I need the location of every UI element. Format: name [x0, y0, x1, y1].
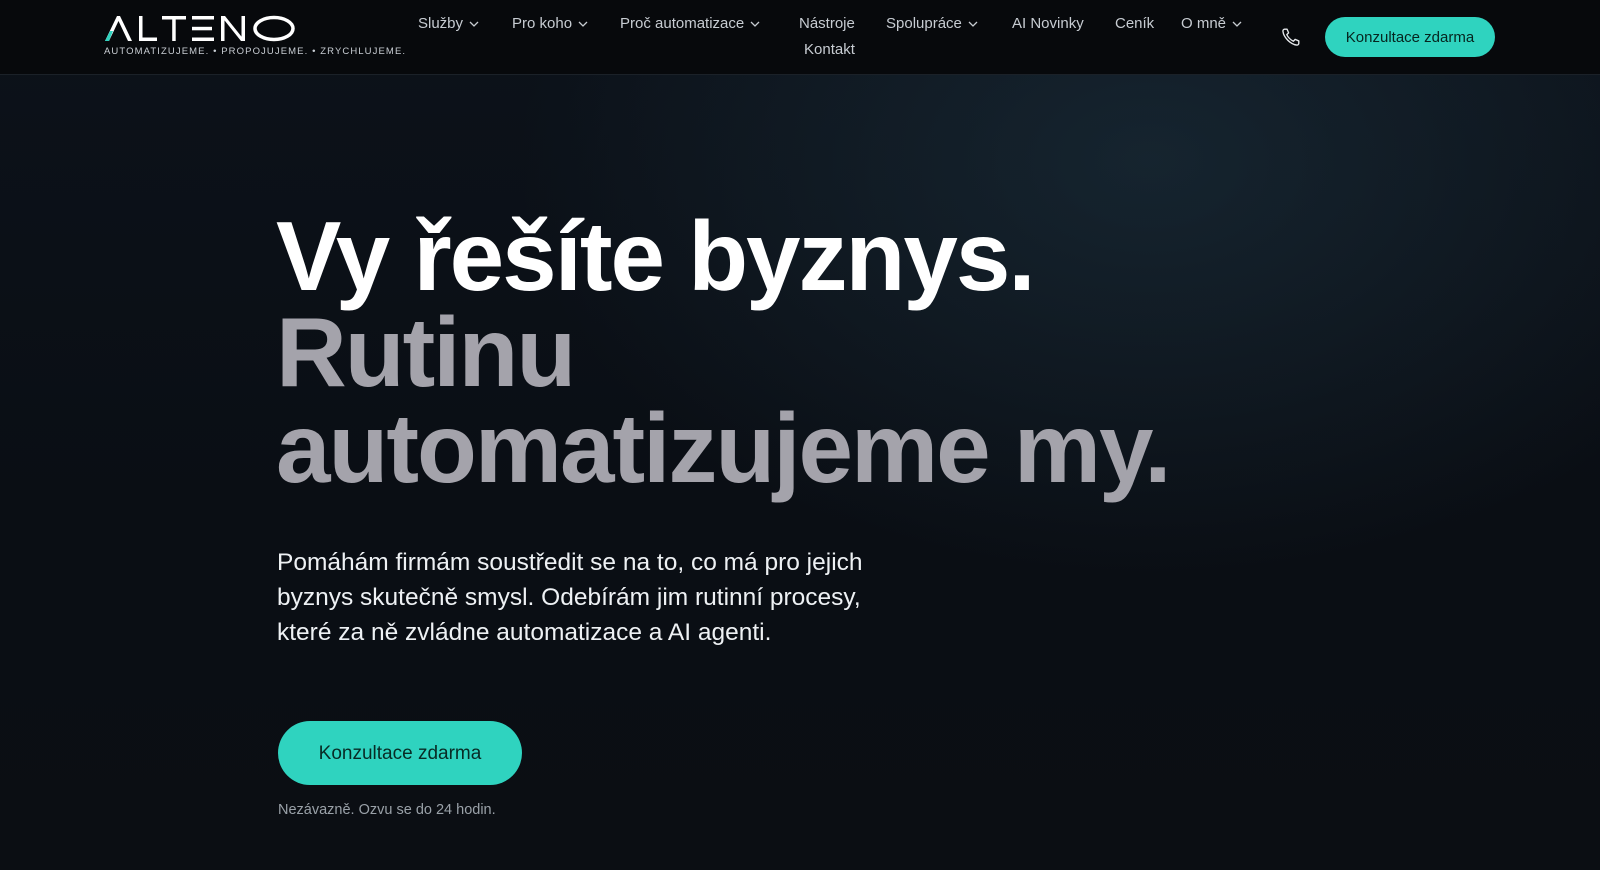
nav-item-label: Nástroje [799, 15, 855, 32]
nav-item-sluzby[interactable]: Služby [418, 12, 479, 36]
nav-item-ai-novinky[interactable]: AI Novinky [1012, 12, 1084, 36]
hero-title-line-3: automatizujeme my. [276, 393, 1171, 503]
nav-item-cenik[interactable]: Ceník [1115, 12, 1154, 36]
hero-title-line-2: Rutinu [276, 297, 576, 407]
nav-item-label: Služby [418, 15, 464, 32]
cta-note: Nezávazně. Ozvu se do 24 hodin. [278, 802, 496, 818]
nav-item-proc-automatizace[interactable]: Proč automatizace [620, 12, 760, 36]
hero-consultation-button[interactable]: Konzultace zdarma [278, 721, 522, 785]
nav-item-label: Kontakt [804, 41, 855, 58]
logo-wordmark-graphic [105, 15, 295, 42]
chevron-down-icon [968, 11, 978, 35]
page: AUTOMATIZUJEME. • PROPOJUJEME. • ZRYCHLU… [0, 0, 1600, 870]
nav-item-label: AI Novinky [1012, 15, 1084, 32]
logo[interactable]: AUTOMATIZUJEME. • PROPOJUJEME. • ZRYCHLU… [104, 14, 407, 62]
chevron-down-icon [578, 11, 588, 35]
chevron-down-icon [750, 11, 760, 35]
site-header: AUTOMATIZUJEME. • PROPOJUJEME. • ZRYCHLU… [0, 0, 1600, 75]
chevron-down-icon [1232, 11, 1242, 35]
nav-item-label: Spolupráce [886, 15, 962, 32]
nav-item-label: O mně [1181, 15, 1227, 32]
nav-item-label: Pro koho [512, 15, 573, 32]
nav-item-label: Proč automatizace [620, 15, 745, 32]
logo-tagline: AUTOMATIZUJEME. • PROPOJUJEME. • ZRYCHLU… [104, 46, 407, 57]
main-nav: Služby Pro koho Proč automatizace Nástro… [400, 12, 1260, 64]
nav-item-nastroje[interactable]: Nástroje [799, 12, 855, 36]
nav-item-o-mne[interactable]: O mně [1181, 12, 1242, 36]
chevron-down-icon [469, 11, 479, 35]
nav-item-kontakt[interactable]: Kontakt [804, 38, 855, 62]
hero-subtitle: Pomáhám firmám soustředit se na to, co m… [277, 549, 863, 646]
nav-item-pro-koho[interactable]: Pro koho [512, 12, 588, 36]
nav-item-spoluprace[interactable]: Spolupráce [886, 12, 978, 36]
hero-title: Vy řešíte byznys. Rutinu automatizujeme … [276, 201, 1171, 503]
phone-icon[interactable] [1280, 26, 1302, 48]
header-consultation-button[interactable]: Konzultace zdarma [1325, 17, 1495, 57]
nav-item-label: Ceník [1115, 15, 1155, 32]
hero-title-line-1: Vy řešíte byznys. [276, 201, 1036, 311]
